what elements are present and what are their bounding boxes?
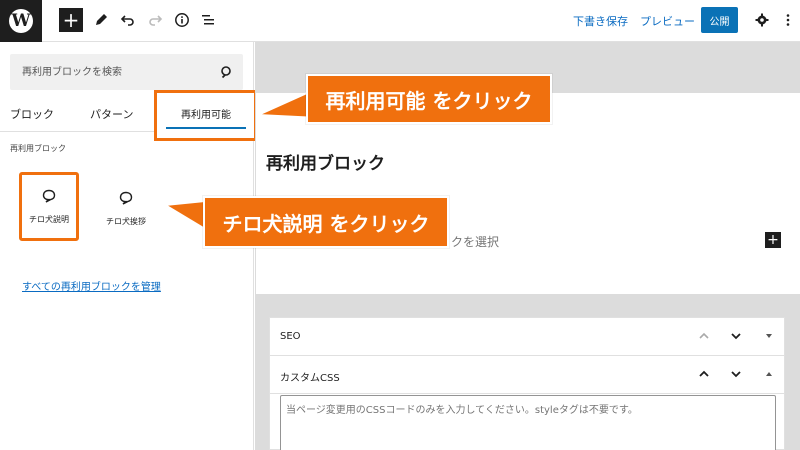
block-search-input[interactable] xyxy=(10,54,210,90)
speech-bubble-icon xyxy=(42,189,56,203)
redo-icon xyxy=(149,15,163,26)
tab-blocks[interactable]: ブロック xyxy=(10,106,54,122)
caret-up-icon xyxy=(766,372,772,376)
custom-css-label: カスタムCSS xyxy=(280,373,340,384)
placeholder-instructions: クを選択 xyxy=(451,235,500,249)
undo-button[interactable] xyxy=(116,8,140,32)
meta-boxes: SEO カスタムCSS xyxy=(269,317,785,450)
options-button[interactable] xyxy=(776,8,800,32)
block-search xyxy=(10,54,243,90)
editor-toolbar: W + 下書き保存 プレビュー 公開 xyxy=(0,0,800,42)
wordpress-logo-button[interactable]: W xyxy=(0,0,42,42)
placeholder-title: 再利用ブロック xyxy=(266,154,385,174)
section-label: 再利用ブロック xyxy=(10,144,66,153)
move-down-button[interactable] xyxy=(728,366,744,382)
gear-icon xyxy=(755,13,769,27)
callout-block-item: チロ犬説明 をクリック xyxy=(203,196,449,248)
redo-button[interactable] xyxy=(143,8,167,32)
more-vertical-icon xyxy=(786,14,790,26)
list-view-button[interactable] xyxy=(196,8,220,32)
move-up-button[interactable] xyxy=(696,366,712,382)
settings-button[interactable] xyxy=(750,8,774,32)
save-draft-button[interactable]: 下書き保存 xyxy=(573,13,628,29)
pencil-icon xyxy=(96,14,107,25)
block-item-label: チロ犬挨拶 xyxy=(106,217,146,226)
wordpress-logo-icon: W xyxy=(9,9,33,33)
block-item-label: チロ犬説明 xyxy=(29,215,69,224)
search-icon xyxy=(221,66,231,79)
chevron-down-icon xyxy=(731,371,741,378)
preview-button[interactable]: プレビュー xyxy=(640,13,695,29)
custom-css-meta-header[interactable]: カスタムCSS xyxy=(270,356,784,394)
add-block-button[interactable]: + xyxy=(59,8,83,32)
chevron-up-icon xyxy=(699,332,709,339)
list-view-icon xyxy=(202,15,214,25)
toggle-panel-button[interactable] xyxy=(761,328,777,344)
info-icon xyxy=(175,13,189,27)
details-button[interactable] xyxy=(170,8,194,32)
caret-down-icon xyxy=(766,334,772,338)
tab-reusable-highlight: 再利用可能 xyxy=(154,90,257,141)
tab-reusable[interactable]: 再利用可能 xyxy=(166,99,246,129)
toggle-panel-button[interactable] xyxy=(761,366,777,382)
seo-meta-header[interactable]: SEO xyxy=(270,318,784,356)
reusable-block-item[interactable]: チロ犬説明 xyxy=(19,172,79,241)
move-down-button[interactable] xyxy=(728,328,744,344)
manage-reusable-blocks-link[interactable]: すべての再利用ブロックを管理 xyxy=(22,278,161,293)
publish-button[interactable]: 公開 xyxy=(701,7,738,33)
chevron-down-icon xyxy=(731,333,741,340)
edit-tool-button[interactable] xyxy=(89,8,113,32)
undo-icon xyxy=(120,15,134,26)
reusable-block-item[interactable]: チロ犬挨拶 xyxy=(96,176,156,241)
custom-css-textarea[interactable] xyxy=(280,395,776,450)
tab-patterns[interactable]: パターン xyxy=(90,106,133,122)
callout-reusable-tab: 再利用可能 をクリック xyxy=(306,74,552,124)
move-up-button[interactable] xyxy=(696,328,712,344)
speech-bubble-icon xyxy=(119,191,133,205)
chevron-up-icon xyxy=(699,370,709,377)
block-appender-button[interactable]: + xyxy=(765,232,781,248)
seo-label: SEO xyxy=(280,331,301,342)
